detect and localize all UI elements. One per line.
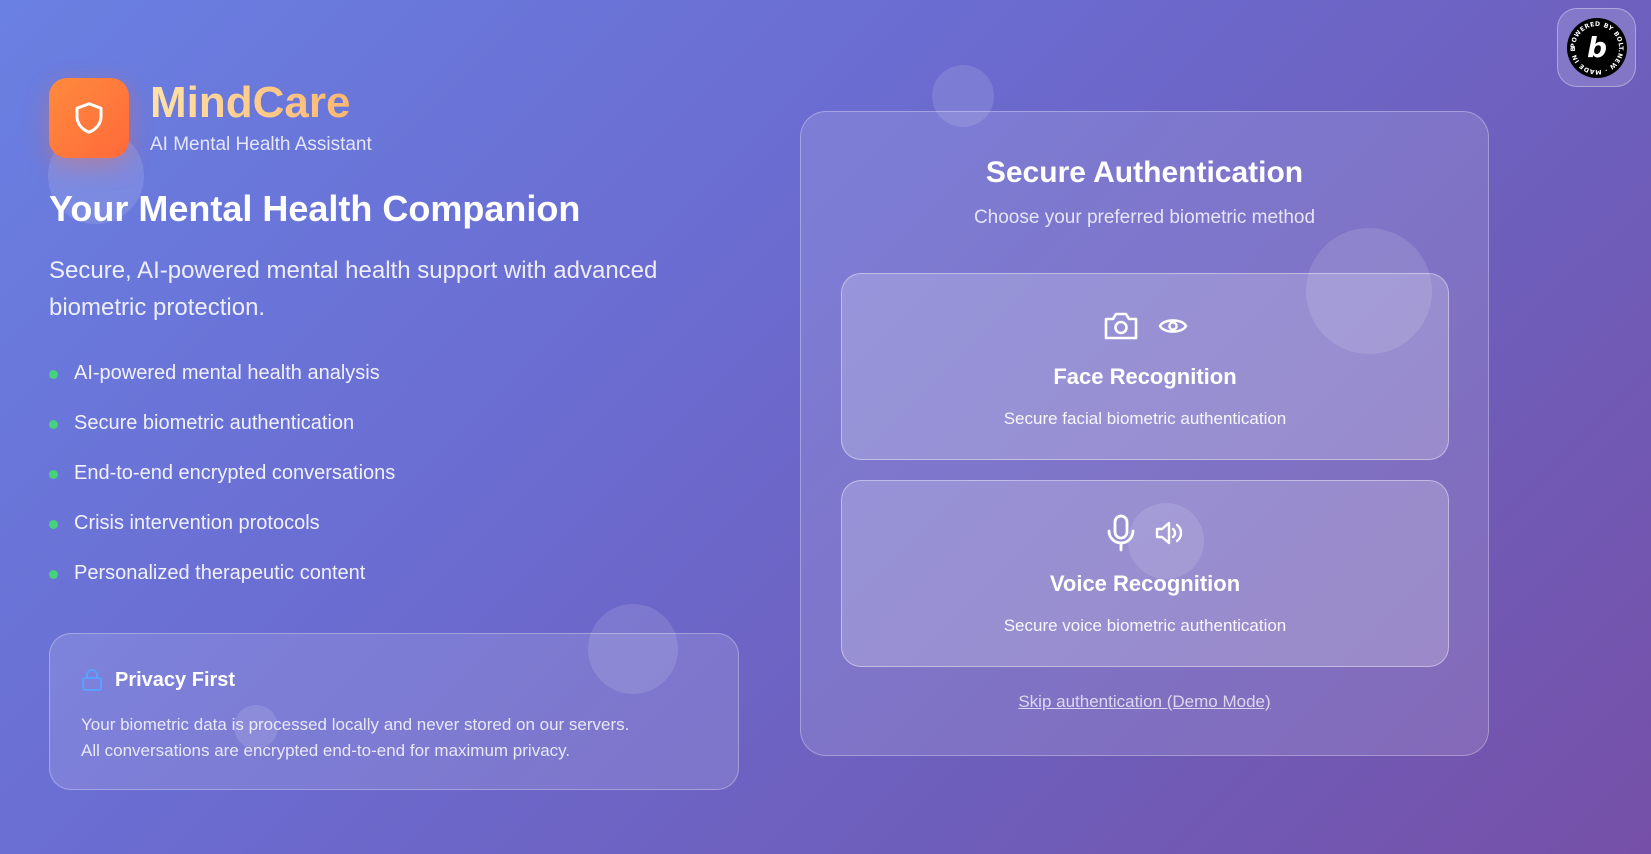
hero-description: Secure, AI-powered mental health support…: [49, 257, 658, 321]
feature-item: End-to-end encrypted conversations: [49, 462, 395, 512]
microphone-icon: [1107, 514, 1135, 552]
bullet-dot: [49, 570, 58, 579]
speaker-icon: [1155, 521, 1183, 545]
skip-authentication-link[interactable]: Skip authentication (Demo Mode): [801, 692, 1488, 712]
eye-icon: [1158, 319, 1188, 333]
privacy-description: Your biometric data is processed locally…: [81, 712, 711, 764]
app-logo: [49, 78, 129, 158]
bullet-dot: [49, 470, 58, 479]
face-recognition-button[interactable]: Face Recognition Secure facial biometric…: [841, 273, 1449, 460]
method-description: Secure voice biometric authentication: [1003, 616, 1287, 635]
brand-name: MindCare: [150, 80, 372, 125]
method-title: Face Recognition: [1053, 364, 1237, 389]
auth-subtitle: Choose your preferred biometric method: [973, 207, 1316, 228]
brand-header: MindCare AI Mental Health Assistant: [49, 78, 372, 158]
lock-icon: [82, 669, 102, 691]
privacy-card: Privacy First Your biometric data is pro…: [49, 633, 739, 790]
bullet-dot: [49, 420, 58, 429]
brand-text: MindCare AI Mental Health Assistant: [150, 80, 372, 156]
hero-title: Your Mental Health Companion: [49, 188, 581, 229]
method-title: Voice Recognition: [1049, 571, 1241, 596]
brand-tagline: AI Mental Health Assistant: [150, 133, 372, 155]
auth-title: Secure Authentication: [985, 156, 1304, 189]
feature-text: End-to-end encrypted conversations: [74, 462, 396, 484]
shield-icon: [75, 102, 103, 134]
bolt-badge[interactable]: POWERED BY BOLT.NEW · MADE IN BOLT.NEW ·…: [1557, 8, 1636, 87]
feature-list: AI-powered mental health analysis Secure…: [49, 362, 395, 612]
privacy-header: Privacy First: [81, 668, 235, 692]
badge-letter: b: [1586, 31, 1606, 64]
auth-card: Secure Authentication Choose your prefer…: [800, 111, 1489, 756]
privacy-title: Privacy First: [115, 668, 236, 691]
bolt-logo-icon: POWERED BY BOLT.NEW · MADE IN BOLT.NEW ·…: [1565, 16, 1627, 78]
feature-item: Crisis intervention protocols: [49, 512, 395, 562]
feature-text: Crisis intervention protocols: [74, 512, 320, 534]
feature-text: Personalized therapeutic content: [74, 562, 366, 584]
bullet-dot: [49, 520, 58, 529]
method-icons: [842, 513, 1448, 553]
feature-text: Secure biometric authentication: [74, 412, 355, 434]
feature-item: AI-powered mental health analysis: [49, 362, 395, 412]
voice-recognition-button[interactable]: Voice Recognition Secure voice biometric…: [841, 480, 1449, 667]
bullet-dot: [49, 370, 58, 379]
method-icons: [842, 306, 1448, 346]
privacy-line: All conversations are encrypted end-to-e…: [81, 741, 571, 760]
feature-item: Personalized therapeutic content: [49, 562, 395, 612]
feature-item: Secure biometric authentication: [49, 412, 395, 462]
feature-text: AI-powered mental health analysis: [74, 362, 380, 384]
method-description: Secure facial biometric authentication: [1003, 409, 1287, 428]
camera-icon: [1104, 312, 1138, 340]
privacy-line: Your biometric data is processed locally…: [81, 715, 630, 734]
